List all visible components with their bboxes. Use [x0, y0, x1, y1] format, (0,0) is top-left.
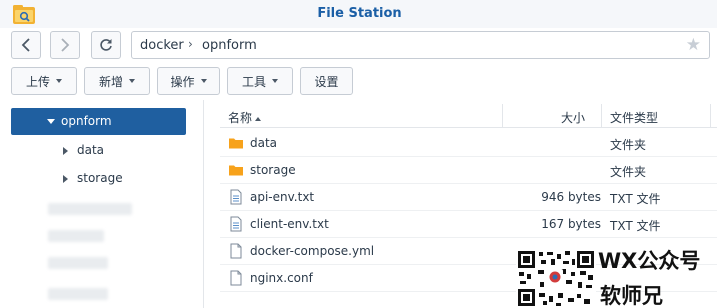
file-type: TXT 文件	[610, 219, 661, 233]
file-name: storage	[250, 163, 296, 177]
upload-button[interactable]: 上传	[11, 67, 77, 95]
file-size: 946 bytes	[541, 190, 601, 204]
action-button[interactable]: 操作	[157, 67, 220, 95]
file-list-header: 名称 大小 文件类型	[220, 104, 717, 128]
file-size: 167 bytes	[541, 217, 601, 231]
column-divider[interactable]	[502, 104, 503, 128]
back-button[interactable]	[11, 31, 41, 59]
action-label: 操作	[170, 74, 195, 89]
forward-button[interactable]	[50, 31, 80, 59]
chevron-down-icon	[129, 79, 135, 83]
column-header-name[interactable]: 名称	[228, 109, 262, 126]
column-header-type[interactable]: 文件类型	[610, 109, 658, 126]
table-row[interactable]: api-env.txt 946 bytes TXT 文件	[220, 184, 717, 211]
file-type: 文件夹	[610, 138, 647, 152]
sort-ascending-icon	[255, 116, 262, 121]
collapsed-triangle-icon[interactable]	[63, 175, 68, 183]
file-icon	[230, 243, 242, 259]
file-type: TXT 文件	[610, 192, 661, 206]
refresh-icon	[100, 39, 112, 51]
settings-button[interactable]: 设置	[300, 67, 353, 95]
column-header-size[interactable]: 大小	[561, 109, 585, 126]
file-name: api-env.txt	[250, 190, 315, 204]
pane-divider[interactable]	[203, 100, 204, 308]
file-name: nginx.conf	[250, 271, 313, 285]
chevron-down-icon	[272, 79, 278, 83]
tree-item-label: opnform	[61, 114, 112, 128]
blurred-tree-item	[48, 257, 108, 269]
refresh-button[interactable]	[91, 31, 121, 59]
path-bar[interactable]: docker › opnform ★	[131, 31, 710, 59]
table-row[interactable]: data 文件夹	[220, 130, 717, 157]
expand-triangle-icon[interactable]	[47, 119, 55, 124]
file-name: docker-compose.yml	[250, 244, 375, 258]
settings-label: 设置	[314, 74, 339, 89]
create-button[interactable]: 新增	[84, 67, 150, 95]
file-name: data	[250, 136, 278, 150]
folder-icon	[229, 165, 243, 176]
window-title: File Station	[317, 6, 402, 21]
breadcrumb-opnform[interactable]: opnform	[202, 38, 257, 53]
tree-item-opnform[interactable]: opnform	[11, 108, 186, 135]
create-label: 新增	[98, 74, 123, 89]
watermark-text: WX公众号	[598, 249, 701, 273]
chevron-down-icon	[200, 79, 207, 83]
upload-label: 上传	[25, 74, 50, 89]
breadcrumb-docker[interactable]: docker	[140, 38, 184, 53]
title-bar: File Station	[0, 0, 717, 28]
chevron-down-icon	[56, 79, 62, 83]
file-icon	[230, 270, 242, 286]
table-row[interactable]: client-env.txt 167 bytes TXT 文件	[220, 211, 717, 238]
collapsed-triangle-icon[interactable]	[63, 147, 68, 155]
favorite-star-icon[interactable]: ★	[686, 35, 701, 55]
column-divider[interactable]	[601, 104, 602, 128]
blurred-tree-item	[48, 230, 104, 242]
watermark-text: 软师兄	[600, 284, 663, 308]
blurred-tree-item	[48, 288, 108, 300]
breadcrumb-separator-icon: ›	[188, 37, 193, 51]
file-type: 文件夹	[610, 165, 647, 179]
tools-label: 工具	[241, 74, 266, 89]
tree-item-label: data	[77, 143, 105, 157]
file-name: client-env.txt	[250, 217, 329, 231]
folder-icon	[229, 138, 243, 149]
qr-code-icon	[516, 249, 596, 308]
tree-item-label: storage	[77, 171, 123, 185]
table-row[interactable]: storage 文件夹	[220, 157, 717, 184]
forward-icon	[61, 38, 70, 52]
blurred-tree-item	[48, 203, 132, 215]
back-icon	[21, 38, 30, 52]
text-file-icon	[230, 189, 242, 205]
text-file-icon	[230, 216, 242, 232]
tools-button[interactable]: 工具	[227, 67, 293, 95]
column-divider[interactable]	[710, 104, 711, 128]
